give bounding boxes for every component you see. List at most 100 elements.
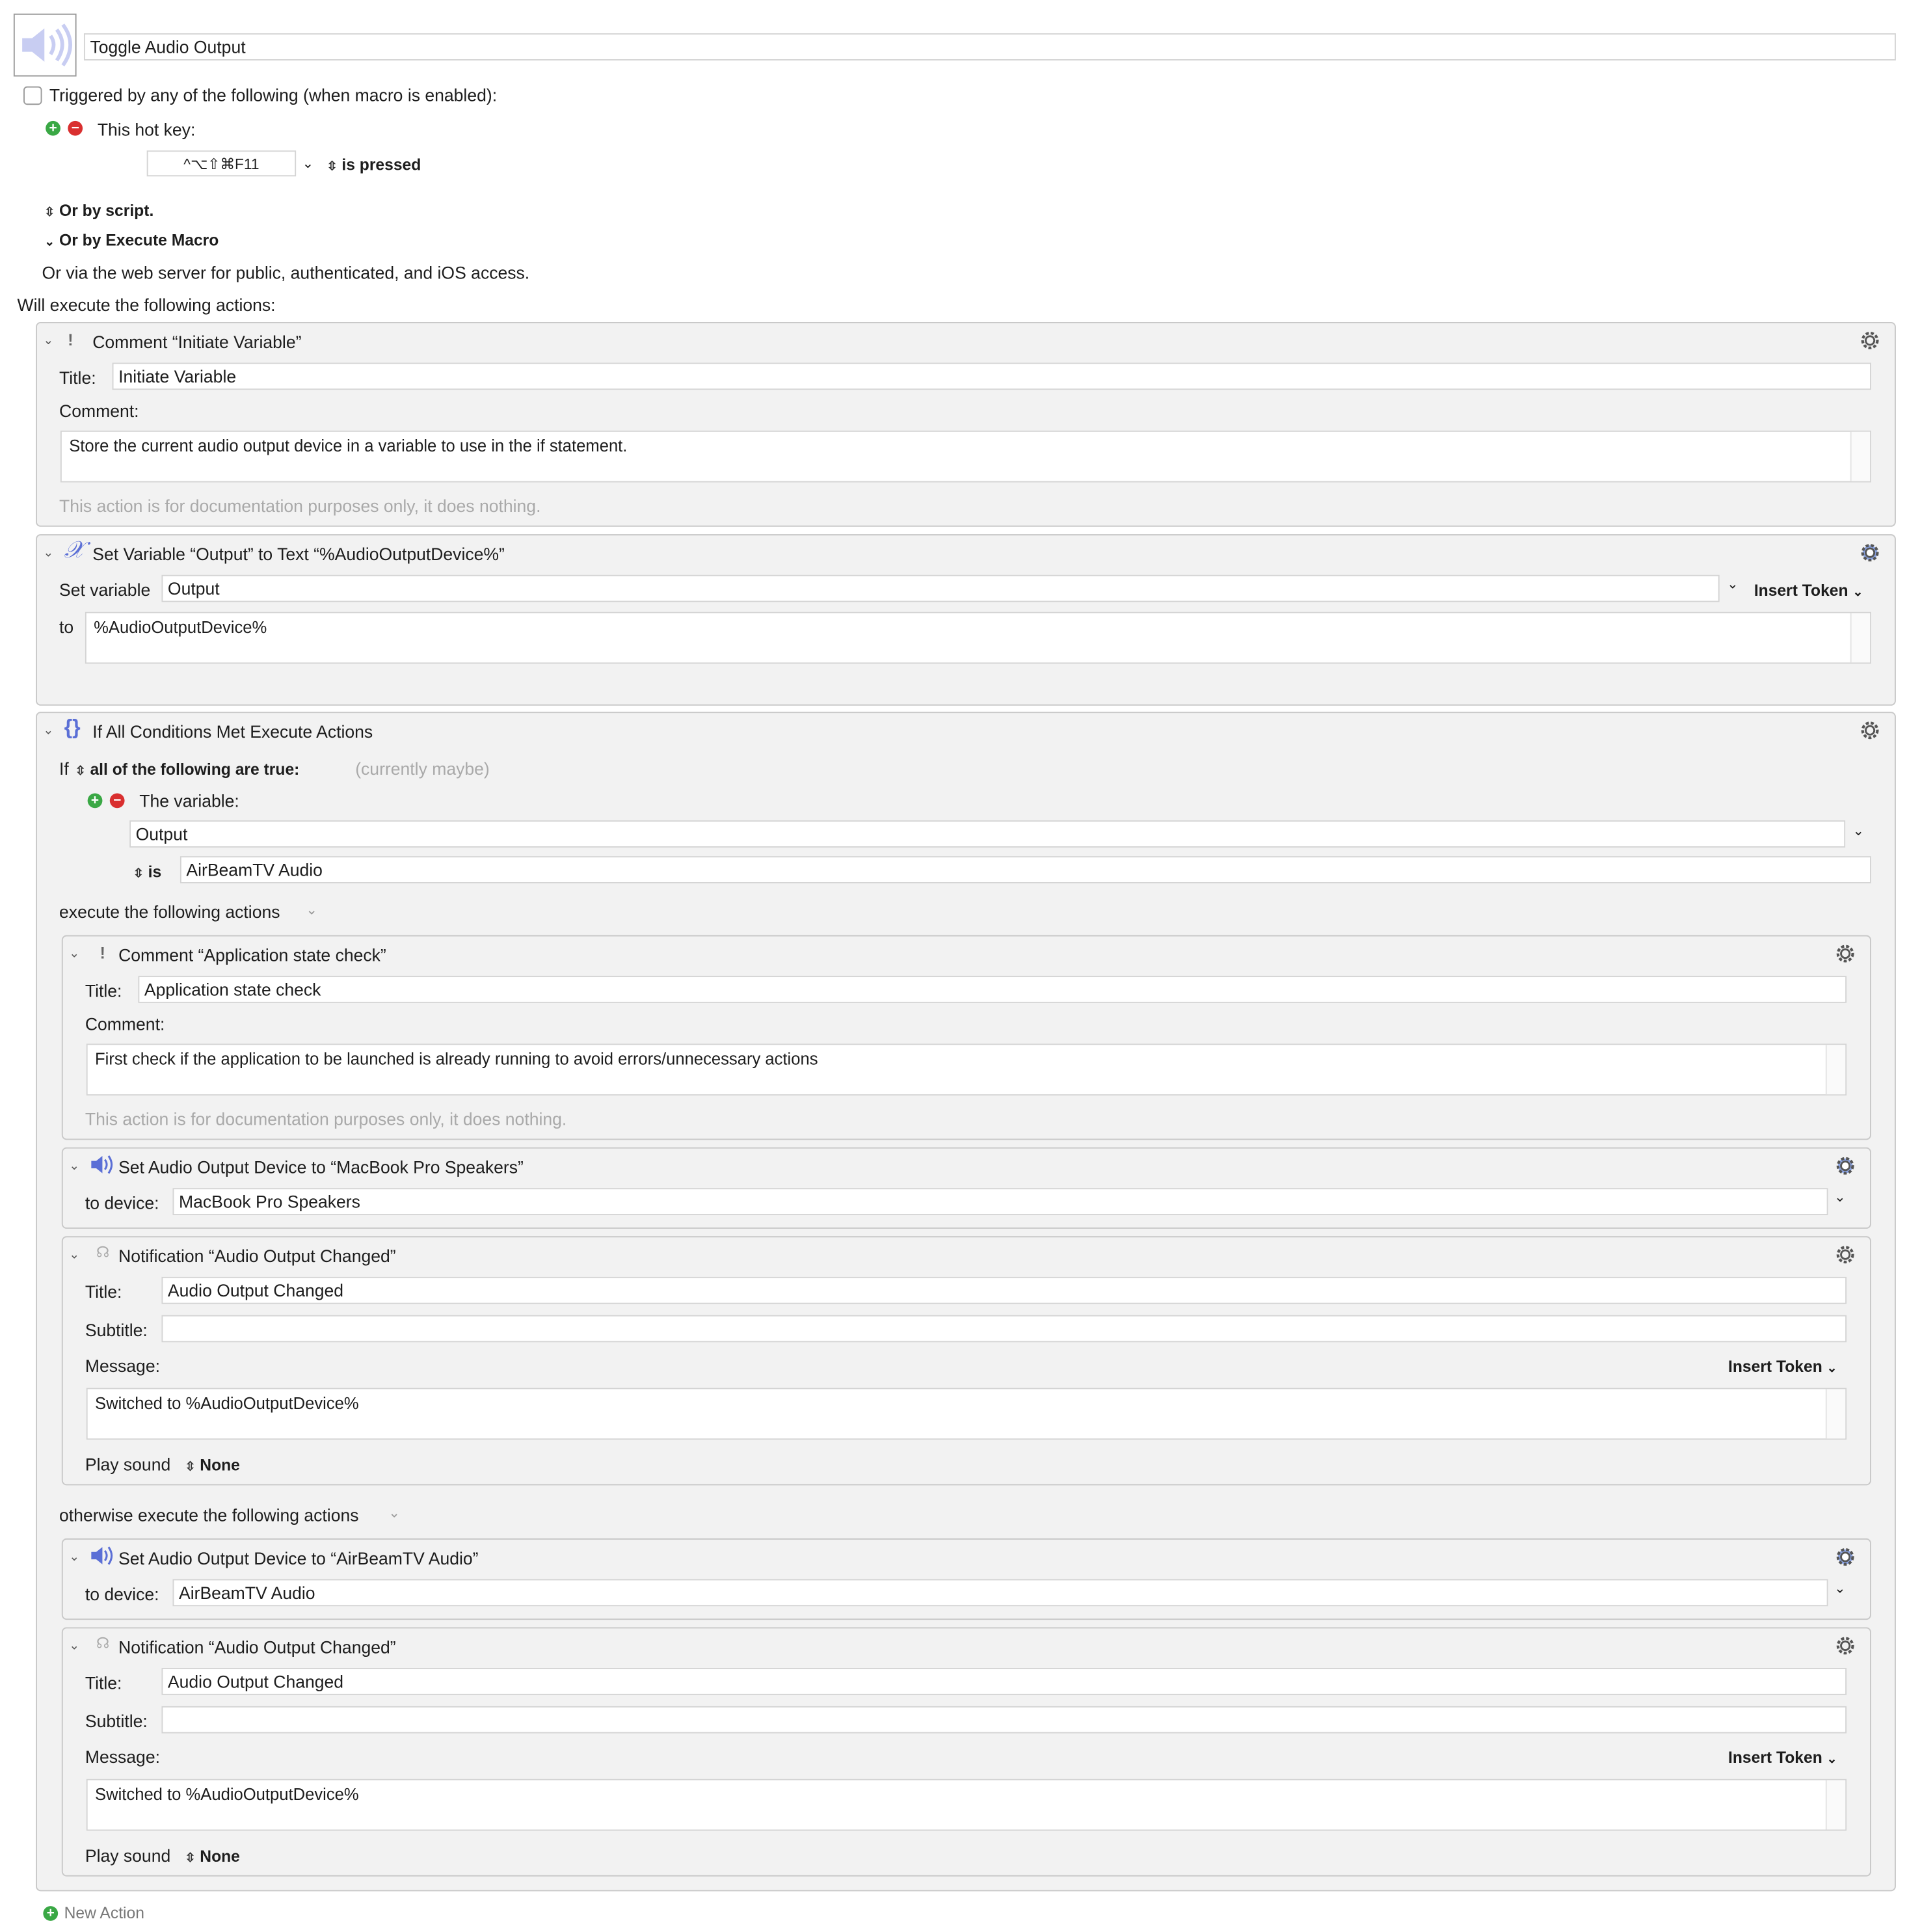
message-textarea[interactable]: Switched to %AudioOutputDevice% [86,1388,1847,1440]
updown-icon: ⇳ [75,764,86,779]
scrollbar[interactable] [1825,1780,1846,1830]
or-by-execute-label: Or by Execute Macro [59,230,219,250]
else-label: otherwise execute the following actions [59,1505,359,1525]
to-device-label: to device: [85,1584,159,1604]
remove-condition-button[interactable]: − [109,793,125,809]
gear-icon[interactable] [1833,1544,1858,1569]
collapse-chevron-icon[interactable]: ⌄ [69,948,79,961]
gear-icon[interactable] [1858,541,1882,565]
sound-select[interactable]: ⇳ None [185,1847,239,1865]
action-header: Set Audio Output Device to “AirBeamTV Au… [118,1548,479,1568]
action-header: Set Audio Output Device to “MacBook Pro … [118,1157,524,1177]
collapse-chevron-icon[interactable]: ⌄ [43,724,53,738]
remove-trigger-button[interactable]: − [68,120,83,136]
action-set-audio-macbook[interactable]: ⌄ Set Audio Output Device to “MacBook Pr… [61,1147,1871,1229]
sound-select[interactable]: ⇳ None [185,1456,239,1474]
subtitle-field[interactable] [161,1706,1847,1734]
collapse-chevron-icon[interactable]: ⌄ [43,546,53,560]
new-action-button[interactable]: New Action [64,1903,144,1922]
scrollbar[interactable] [1825,1389,1846,1439]
chevron-down-icon[interactable]: ⌄ [388,1505,399,1522]
message-text: Switched to %AudioOutputDevice% [95,1785,359,1804]
add-condition-button[interactable]: + [87,793,103,809]
or-by-script-label: Or by script. [59,201,154,220]
add-trigger-button[interactable]: + [46,120,60,136]
action-comment-app-state[interactable]: ⌄ ! Comment “Application state check” Ti… [61,935,1871,1140]
trigger-checkbox[interactable] [23,86,42,105]
comment-label: Comment: [59,401,139,421]
doc-note: This action is for documentation purpose… [59,496,541,516]
chevron-down-icon[interactable]: ⌄ [306,902,317,918]
title-field[interactable]: Audio Output Changed [161,1668,1847,1695]
comment-label: Comment: [85,1013,165,1034]
gear-icon[interactable] [1833,1153,1858,1178]
device-select[interactable]: AirBeamTV Audio [172,1579,1828,1607]
chevron-down-icon[interactable]: ⌄ [1853,823,1864,839]
title-label: Title: [85,1281,122,1302]
scrollbar[interactable] [1850,431,1871,481]
subtitle-label: Subtitle: [85,1711,148,1731]
action-notification-1[interactable]: ⌄ ☊ Notification “Audio Output Changed” … [61,1236,1871,1486]
condition-status: (currently maybe) [355,758,490,779]
collapse-chevron-icon[interactable]: ⌄ [69,1551,79,1564]
chevron-down-icon[interactable]: ⌄ [1727,576,1738,593]
or-by-execute-toggle[interactable]: ⌄ Or by Execute Macro [44,231,219,249]
action-header: Comment “Application state check” [118,945,386,965]
play-sound-label: Play sound [85,1454,171,1475]
hotkey-mode-select[interactable]: ⇳ is pressed [327,155,421,174]
chevron-down-icon[interactable]: ⌄ [1834,1189,1845,1205]
title-label: Title: [85,980,122,1001]
action-set-variable[interactable]: ⌄ 𝒳 Set Variable “Output” to Text “%Audi… [35,534,1896,706]
gear-icon[interactable] [1833,941,1858,966]
title-field[interactable]: Audio Output Changed [161,1276,1847,1304]
collapse-chevron-icon[interactable]: ⌄ [43,334,53,348]
title-field[interactable]: Initiate Variable [112,362,1871,390]
updown-icon: ⇳ [44,206,55,220]
or-by-script-toggle[interactable]: ⇳ Or by script. [44,201,153,219]
action-if-block[interactable]: ⌄ {} If All Conditions Met Execute Actio… [35,712,1896,1892]
hotkey-mode-label: is pressed [341,155,421,174]
to-textarea[interactable]: %AudioOutputDevice% [85,611,1871,664]
gear-icon[interactable] [1858,328,1882,353]
new-action-plus-icon[interactable]: + [43,1906,59,1921]
condition-mode-select[interactable]: ⇳ all of the following are true: [75,760,300,778]
web-server-text: Or via the web server for public, authen… [42,262,530,283]
message-label: Message: [85,1747,160,1767]
chevron-down-icon: ⌄ [1852,585,1863,600]
gear-icon[interactable] [1833,1633,1858,1658]
subtitle-label: Subtitle: [85,1320,148,1340]
title-label: Title: [85,1672,122,1693]
comparison-label: is [148,862,162,881]
comparison-select[interactable]: ⇳ is [133,863,161,881]
hotkey-field[interactable]: ^⌥⇧⌘F11 [146,150,297,177]
gear-icon[interactable] [1833,1242,1858,1267]
collapse-chevron-icon[interactable]: ⌄ [69,1639,79,1653]
speaker-icon [91,1155,113,1174]
macro-name-field[interactable]: Toggle Audio Output [83,33,1896,60]
message-textarea[interactable]: Switched to %AudioOutputDevice% [86,1778,1847,1831]
collapse-chevron-icon[interactable]: ⌄ [69,1160,79,1174]
insert-token-button[interactable]: Insert Token ⌄ [1754,581,1863,599]
variable-name-field[interactable]: Output [161,574,1720,602]
condition-variable-field[interactable]: Output [129,820,1846,848]
scrollbar[interactable] [1850,613,1871,663]
trigger-label: Triggered by any of the following (when … [49,85,498,105]
action-notification-2[interactable]: ⌄ ☊ Notification “Audio Output Changed” … [61,1627,1871,1877]
comment-textarea[interactable]: Store the current audio output device in… [60,430,1871,483]
title-field[interactable]: Application state check [138,976,1847,1003]
insert-token-button[interactable]: Insert Token ⌄ [1728,1357,1837,1375]
action-comment-initiate[interactable]: ⌄ ! Comment “Initiate Variable” Title: I… [35,321,1896,527]
action-set-audio-airbeam[interactable]: ⌄ Set Audio Output Device to “AirBeamTV … [61,1538,1871,1620]
comment-textarea[interactable]: First check if the application to be lau… [86,1043,1847,1096]
collapse-chevron-icon[interactable]: ⌄ [69,1248,79,1262]
insert-token-button[interactable]: Insert Token ⌄ [1728,1748,1837,1766]
gear-icon[interactable] [1858,718,1882,743]
device-select[interactable]: MacBook Pro Speakers [172,1188,1828,1216]
chevron-down-icon[interactable]: ⌄ [302,155,313,172]
macro-icon-well[interactable] [13,13,77,77]
subtitle-field[interactable] [161,1315,1847,1343]
scrollbar[interactable] [1825,1045,1846,1095]
chevron-down-icon[interactable]: ⌄ [1834,1580,1845,1596]
comparison-value-field[interactable]: AirBeamTV Audio [180,856,1871,883]
updown-icon: ⇳ [185,1460,196,1475]
